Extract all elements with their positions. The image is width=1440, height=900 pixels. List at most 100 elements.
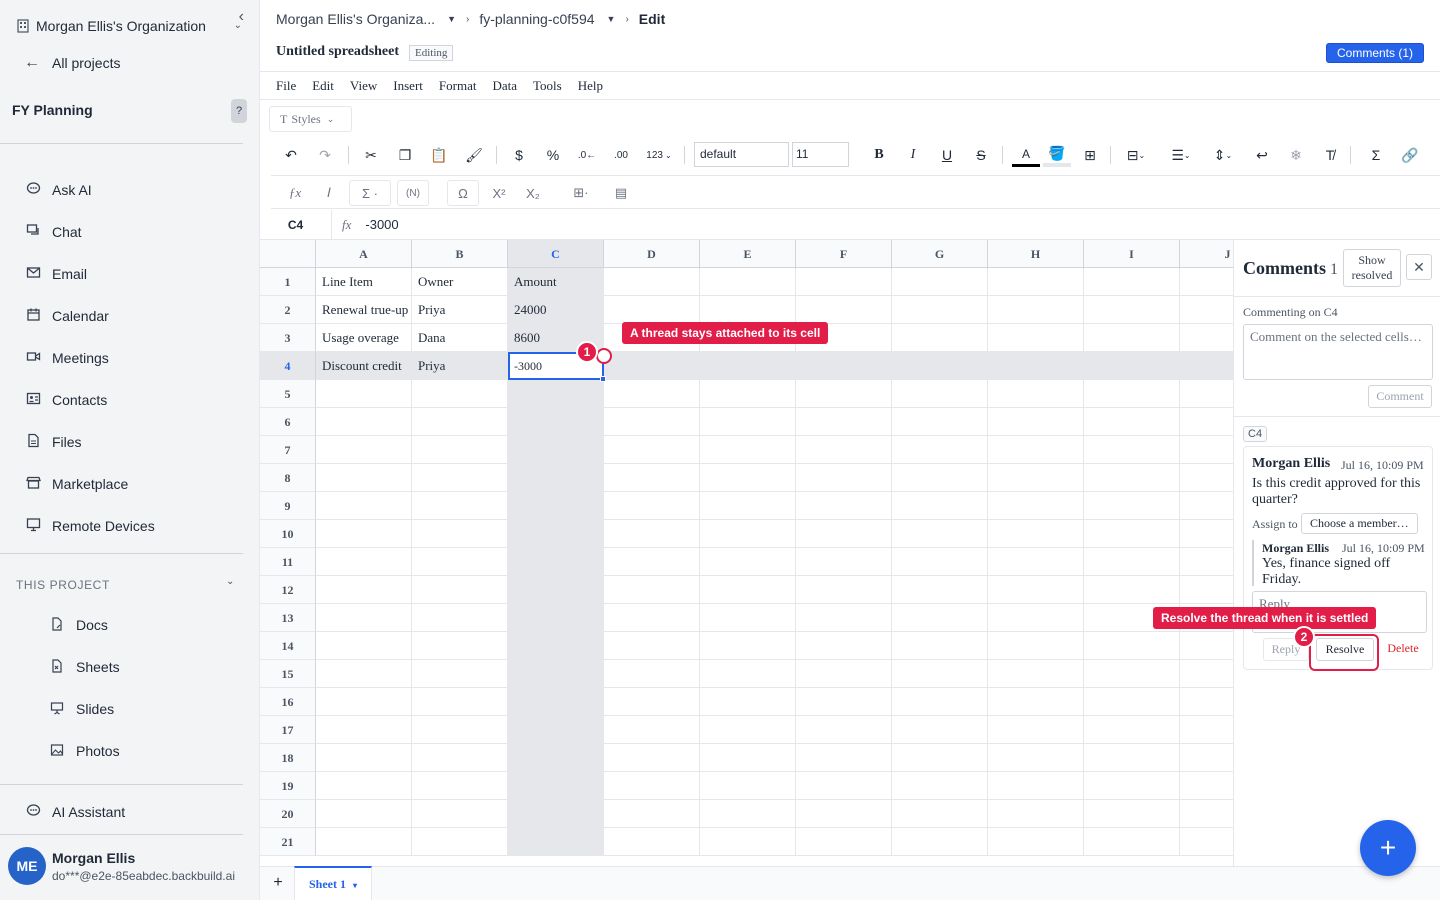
cell-d7[interactable] — [604, 436, 700, 464]
cell-b4[interactable]: Priya — [412, 352, 508, 380]
cell-c18[interactable] — [508, 744, 604, 772]
function-icon[interactable]: ƒx — [281, 180, 309, 206]
cell-c11[interactable] — [508, 548, 604, 576]
strikethrough-icon[interactable]: S — [967, 140, 995, 170]
cell-d15[interactable] — [604, 660, 700, 688]
comment-input[interactable]: Comment on the selected cells… — [1243, 324, 1433, 380]
cell-e6[interactable] — [700, 408, 796, 436]
fill-color-icon[interactable]: 🪣 — [1043, 140, 1071, 170]
italic-formula-icon[interactable]: 𝐼 — [315, 180, 343, 206]
cell-j20[interactable] — [1180, 800, 1233, 828]
cell-b13[interactable] — [412, 604, 508, 632]
cell-g4[interactable] — [892, 352, 988, 380]
cell-g9[interactable] — [892, 492, 988, 520]
comments-button[interactable]: Comments (1) — [1326, 43, 1424, 63]
cell-f9[interactable] — [796, 492, 892, 520]
percent-icon[interactable]: % — [539, 140, 567, 170]
sidebar-item-meetings[interactable]: Meetings — [24, 346, 109, 370]
cell-a14[interactable] — [316, 632, 412, 660]
cell-c5[interactable] — [508, 380, 604, 408]
cell-a15[interactable] — [316, 660, 412, 688]
cell-b3[interactable]: Dana — [412, 324, 508, 352]
cell-b1[interactable]: Owner — [412, 268, 508, 296]
caret-down-icon[interactable]: ▼ — [447, 14, 456, 24]
cell-f20[interactable] — [796, 800, 892, 828]
cell-h2[interactable] — [988, 296, 1084, 324]
cell-c8[interactable] — [508, 464, 604, 492]
close-icon[interactable]: ✕ — [1406, 254, 1432, 280]
cell-a8[interactable] — [316, 464, 412, 492]
cell-c13[interactable] — [508, 604, 604, 632]
column-header-f[interactable]: F — [796, 240, 892, 268]
cell-f10[interactable] — [796, 520, 892, 548]
cell-f7[interactable] — [796, 436, 892, 464]
cell-a20[interactable] — [316, 800, 412, 828]
cell-h9[interactable] — [988, 492, 1084, 520]
menu-format[interactable]: Format — [439, 78, 477, 94]
row-header-7[interactable]: 7 — [260, 436, 316, 464]
cell-i5[interactable] — [1084, 380, 1180, 408]
cell-i6[interactable] — [1084, 408, 1180, 436]
cell-c7[interactable] — [508, 436, 604, 464]
cell-g15[interactable] — [892, 660, 988, 688]
select-all-corner[interactable] — [260, 240, 316, 268]
cell-d2[interactable] — [604, 296, 700, 324]
cell-g16[interactable] — [892, 688, 988, 716]
cell-e13[interactable] — [700, 604, 796, 632]
column-header-c[interactable]: C — [508, 240, 604, 268]
cell-i4[interactable] — [1084, 352, 1180, 380]
cell-e9[interactable] — [700, 492, 796, 520]
cell-e1[interactable] — [700, 268, 796, 296]
cell-j1[interactable] — [1180, 268, 1233, 296]
row-header-11[interactable]: 11 — [260, 548, 316, 576]
sidebar-item-email[interactable]: Email — [24, 262, 87, 286]
cell-f13[interactable] — [796, 604, 892, 632]
cell-b10[interactable] — [412, 520, 508, 548]
font-size-input[interactable]: 11 — [792, 142, 849, 167]
row-header-1[interactable]: 1 — [260, 268, 316, 296]
project-item-photos[interactable]: Photos — [48, 739, 120, 763]
column-header-g[interactable]: G — [892, 240, 988, 268]
cell-g14[interactable] — [892, 632, 988, 660]
cell-f19[interactable] — [796, 772, 892, 800]
row-header-16[interactable]: 16 — [260, 688, 316, 716]
cell-j3[interactable] — [1180, 324, 1233, 352]
cell-e15[interactable] — [700, 660, 796, 688]
cell-c6[interactable] — [508, 408, 604, 436]
sum-dropdown-icon[interactable]: Σ · — [349, 180, 391, 206]
insert-note-icon[interactable]: ▤ — [607, 180, 635, 206]
cell-h5[interactable] — [988, 380, 1084, 408]
cell-g13[interactable] — [892, 604, 988, 632]
cell-e2[interactable] — [700, 296, 796, 324]
font-family-input[interactable]: default — [694, 142, 789, 167]
cell-f2[interactable] — [796, 296, 892, 324]
sidebar-item-ai-assistant[interactable]: AI Assistant — [24, 800, 125, 824]
row-header-21[interactable]: 21 — [260, 828, 316, 856]
cell-c12[interactable] — [508, 576, 604, 604]
undo-icon[interactable]: ↶ — [277, 140, 305, 170]
bold-icon[interactable]: B — [865, 140, 893, 170]
cell-a17[interactable] — [316, 716, 412, 744]
menu-file[interactable]: File — [276, 78, 296, 94]
cell-c16[interactable] — [508, 688, 604, 716]
help-icon[interactable]: ? — [231, 99, 247, 123]
cell-c14[interactable] — [508, 632, 604, 660]
cell-a2[interactable]: Renewal true-up — [316, 296, 412, 324]
cell-g20[interactable] — [892, 800, 988, 828]
named-range-icon[interactable]: (N) — [397, 180, 429, 206]
cell-i12[interactable] — [1084, 576, 1180, 604]
cell-c15[interactable] — [508, 660, 604, 688]
row-header-14[interactable]: 14 — [260, 632, 316, 660]
cell-i7[interactable] — [1084, 436, 1180, 464]
cell-j12[interactable] — [1180, 576, 1233, 604]
cell-h6[interactable] — [988, 408, 1084, 436]
cell-c19[interactable] — [508, 772, 604, 800]
org-switcher[interactable]: Morgan Ellis's Organization ‹ ⌄ — [16, 8, 248, 38]
cell-i21[interactable] — [1084, 828, 1180, 856]
row-header-19[interactable]: 19 — [260, 772, 316, 800]
cell-d13[interactable] — [604, 604, 700, 632]
cell-f14[interactable] — [796, 632, 892, 660]
row-header-5[interactable]: 5 — [260, 380, 316, 408]
cell-a10[interactable] — [316, 520, 412, 548]
cell-d19[interactable] — [604, 772, 700, 800]
